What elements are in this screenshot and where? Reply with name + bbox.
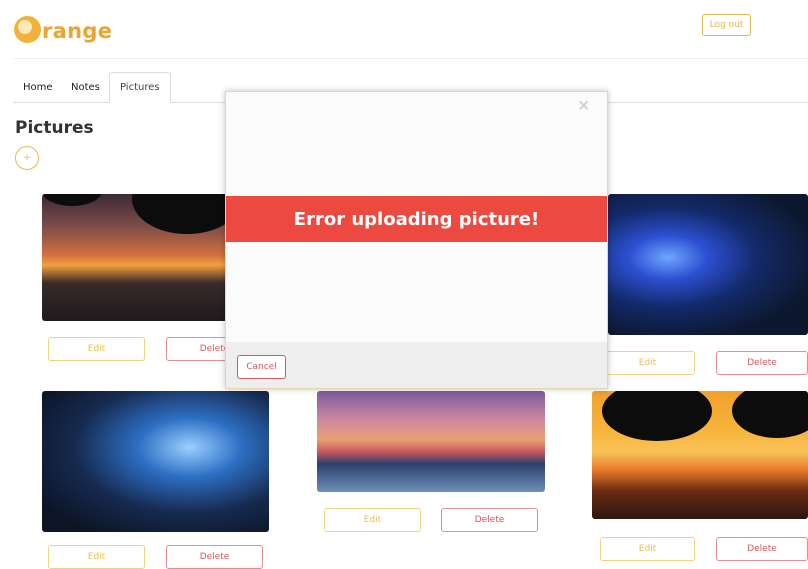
error-message: Error uploading picture! bbox=[226, 196, 607, 242]
delete-button[interactable]: Delete bbox=[716, 351, 808, 375]
picture-thumbnail bbox=[608, 194, 808, 335]
logo-text: range bbox=[42, 19, 113, 43]
delete-button[interactable]: Delete bbox=[166, 545, 263, 569]
add-picture-button[interactable]: + bbox=[15, 146, 39, 170]
picture-thumbnail bbox=[317, 391, 545, 492]
edit-button[interactable]: Edit bbox=[48, 545, 145, 569]
edit-button[interactable]: Edit bbox=[600, 537, 695, 561]
delete-button[interactable]: Delete bbox=[441, 508, 538, 532]
header-divider bbox=[14, 58, 808, 59]
picture-thumbnail bbox=[42, 391, 269, 532]
page-title: Pictures bbox=[15, 118, 94, 138]
orange-logo-icon bbox=[14, 15, 41, 43]
app-logo[interactable]: range bbox=[14, 14, 112, 44]
close-icon[interactable]: × bbox=[577, 96, 590, 114]
logout-button[interactable]: Log out bbox=[702, 14, 751, 36]
edit-button[interactable]: Edit bbox=[600, 351, 695, 375]
error-modal: × Error uploading picture! Cancel bbox=[225, 91, 608, 389]
edit-button[interactable]: Edit bbox=[48, 337, 145, 361]
tab-notes[interactable]: Notes bbox=[61, 72, 110, 102]
tab-home[interactable]: Home bbox=[13, 72, 63, 102]
delete-button[interactable]: Delete bbox=[716, 537, 808, 561]
cancel-button[interactable]: Cancel bbox=[237, 355, 286, 379]
picture-thumbnail bbox=[42, 194, 227, 321]
tab-pictures[interactable]: Pictures bbox=[109, 72, 171, 103]
picture-thumbnail bbox=[592, 391, 808, 519]
edit-button[interactable]: Edit bbox=[324, 508, 421, 532]
